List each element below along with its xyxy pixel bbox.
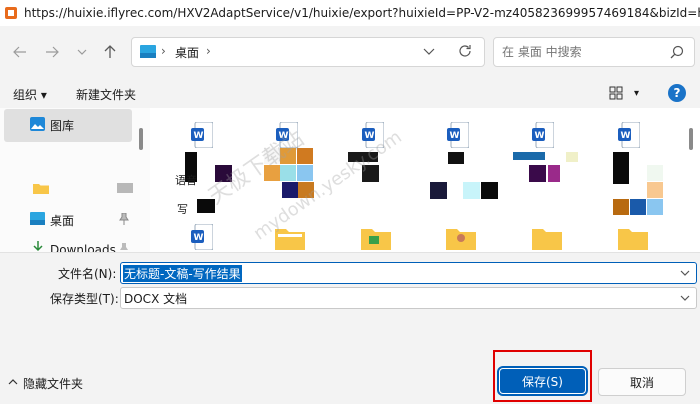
pixelated-filename — [362, 165, 379, 182]
folder-icon — [33, 184, 49, 194]
svg-text:W: W — [279, 131, 289, 141]
filename-fragment: 语音 — [175, 174, 197, 187]
pixelated-filename — [529, 165, 546, 182]
folder-icon[interactable] — [275, 226, 305, 250]
pixelated-filename — [463, 182, 480, 199]
address-bar[interactable]: › 桌面 › — [131, 37, 485, 67]
organize-menu-button[interactable]: 组织 ▾ — [13, 86, 47, 103]
pin-placeholder — [117, 183, 133, 193]
svg-text:W: W — [535, 131, 545, 141]
search-box[interactable] — [493, 37, 695, 67]
back-arrow-icon[interactable] — [10, 42, 30, 62]
desktop-icon — [30, 212, 45, 225]
svg-text:W: W — [621, 131, 631, 141]
folder-icon[interactable] — [361, 226, 391, 250]
pixelated-filename — [647, 182, 663, 198]
svg-text:W: W — [450, 131, 460, 141]
save-button[interactable]: 保存(S) — [499, 368, 586, 394]
forward-arrow-icon[interactable] — [42, 42, 62, 62]
folder-icon[interactable] — [446, 226, 476, 250]
pixelated-filename — [647, 199, 663, 215]
new-folder-button[interactable]: 新建文件夹 — [76, 86, 136, 103]
filename-label: 文件名(N): — [58, 267, 117, 281]
pixelated-filename — [548, 165, 560, 182]
word-document-icon[interactable]: W — [447, 122, 469, 148]
word-document-icon[interactable]: W — [362, 122, 384, 148]
recent-locations-chevron-icon[interactable] — [72, 42, 92, 62]
folder-icon[interactable] — [532, 226, 562, 250]
gallery-icon — [30, 117, 45, 131]
file-list-scrollbar[interactable] — [689, 128, 693, 150]
address-separator: › — [161, 44, 166, 58]
pixelated-filename — [280, 165, 296, 181]
window-url: https://huixie.iflyrec.com/HXV2AdaptServ… — [24, 6, 700, 20]
pixelated-filename — [630, 199, 646, 215]
view-grid-icon[interactable] — [609, 86, 623, 100]
pixelated-filename — [613, 152, 629, 184]
address-segment-desktop[interactable]: 桌面 — [175, 44, 199, 61]
sidebar-item-gallery-label: 图库 — [50, 119, 75, 133]
pixelated-filename — [647, 165, 663, 181]
search-input[interactable] — [500, 42, 664, 62]
pixelated-filename — [297, 165, 313, 181]
pixelated-filename — [280, 148, 296, 164]
filename-value[interactable]: 无标题-文稿-写作结果 — [123, 265, 242, 282]
word-document-icon[interactable]: W — [191, 224, 213, 250]
pixelated-filename — [430, 182, 447, 199]
pixelated-filename — [298, 182, 314, 198]
filetype-dropdown-chevron-icon[interactable] — [680, 294, 690, 302]
svg-text:W: W — [194, 131, 204, 141]
hide-folders-button[interactable]: 隐藏文件夹 — [23, 375, 83, 392]
view-options-caret[interactable]: ▾ — [634, 88, 639, 99]
address-separator-trailing[interactable]: › — [206, 44, 211, 58]
help-icon[interactable]: ? — [668, 84, 686, 102]
word-document-icon[interactable]: W — [532, 122, 554, 148]
pixelated-filename — [481, 182, 498, 199]
title-bar: https://huixie.iflyrec.com/HXV2AdaptServ… — [0, 0, 700, 27]
sidebar-scrollbar[interactable] — [139, 128, 143, 150]
pixelated-filename — [348, 152, 378, 162]
pixelated-filename — [215, 165, 232, 182]
pixelated-filename — [448, 152, 464, 164]
filename-fragment: 写 — [177, 203, 188, 216]
pixelated-filename — [264, 165, 280, 181]
sidebar-item-downloads[interactable]: Downloads — [50, 243, 116, 252]
word-document-icon[interactable]: W — [618, 122, 640, 148]
refresh-icon[interactable] — [458, 44, 472, 58]
pin-icon — [119, 213, 129, 225]
pixelated-filename — [264, 148, 280, 164]
pixelated-filename — [613, 199, 629, 215]
desktop-location-icon — [140, 45, 156, 58]
address-dropdown-chevron-icon[interactable] — [423, 47, 435, 57]
word-document-icon[interactable]: W — [191, 122, 213, 148]
pixelated-filename — [297, 148, 313, 164]
pin-icon-downloads — [120, 243, 128, 250]
filetype-label: 保存类型(T): — [50, 292, 119, 306]
filename-field[interactable]: 无标题-文稿-写作结果 — [120, 262, 697, 284]
filetype-value: DOCX 文档 — [124, 292, 188, 306]
cancel-button[interactable]: 取消 — [598, 368, 686, 396]
up-arrow-icon[interactable] — [100, 42, 120, 62]
pixelated-filename — [513, 152, 545, 160]
filename-dropdown-chevron-icon[interactable] — [680, 269, 690, 277]
app-logo-icon — [5, 7, 17, 19]
pixelated-filename — [282, 182, 298, 198]
dialog-footer — [0, 350, 700, 404]
filetype-select[interactable]: DOCX 文档 — [120, 287, 697, 309]
pixelated-filename — [566, 152, 578, 162]
chevron-up-icon[interactable] — [8, 378, 18, 386]
search-icon[interactable] — [670, 45, 684, 59]
folder-icon[interactable] — [618, 226, 648, 250]
word-document-icon[interactable]: W — [276, 122, 298, 148]
svg-text:W: W — [365, 131, 375, 141]
download-arrow-icon — [33, 241, 43, 252]
sidebar-item-desktop[interactable]: 桌面 — [50, 212, 74, 229]
pixelated-filename — [197, 199, 215, 213]
svg-text:W: W — [194, 233, 204, 243]
